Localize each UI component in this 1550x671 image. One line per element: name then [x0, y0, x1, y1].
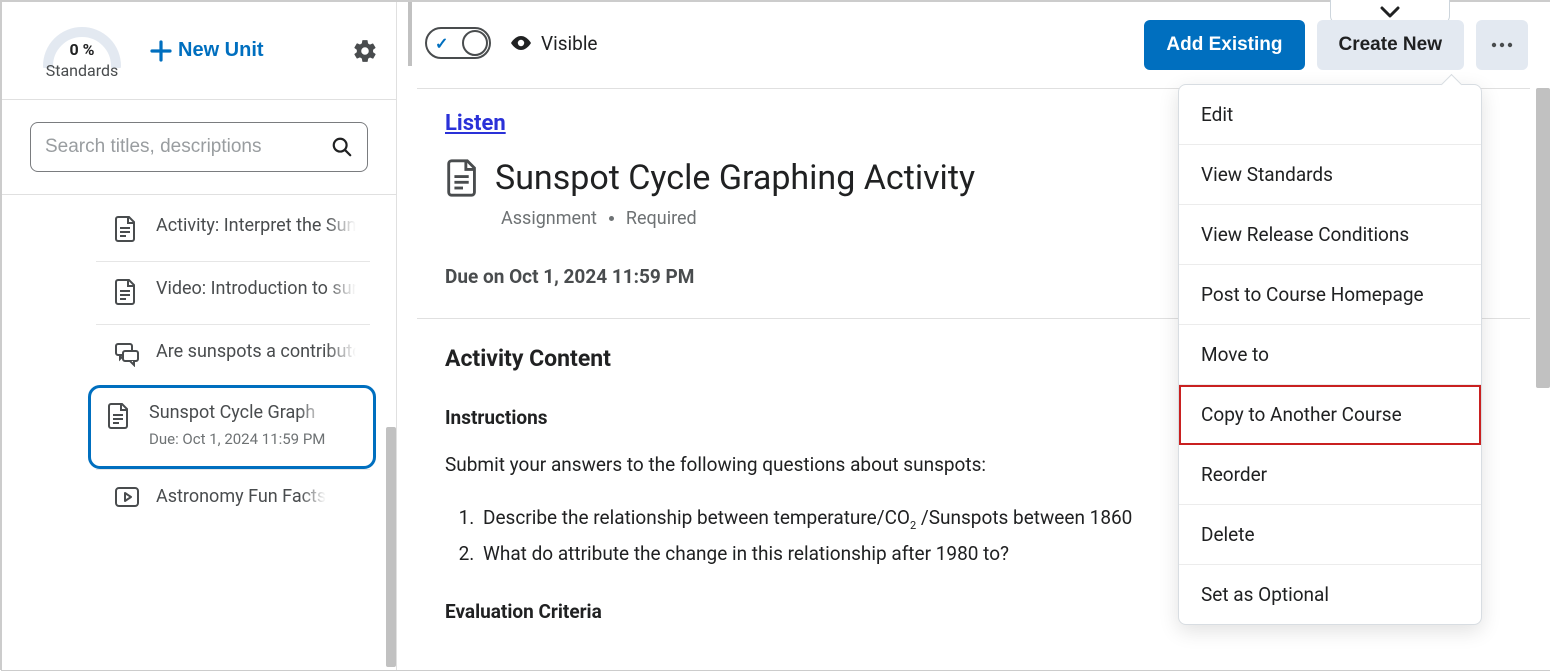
sidebar-list: Activity: Interpret the Sunspot Graph Vi… — [2, 195, 396, 670]
document-icon — [114, 278, 142, 306]
visibility-label: Visible — [541, 32, 598, 55]
sidebar-item-discussion[interactable]: Are sunspots a contributor to global — [96, 324, 370, 385]
sidebar-header: 0 % Standards New Unit — [2, 2, 396, 100]
menu-item-copy-to-another-course[interactable]: Copy to Another Course — [1179, 385, 1481, 445]
video-icon — [114, 486, 142, 510]
sidebar-item-label: Are sunspots a contributor to global — [156, 339, 356, 365]
sidebar-scrollbar[interactable] — [386, 195, 396, 670]
document-icon — [107, 402, 135, 452]
more-actions-menu: EditView StandardsView Release Condition… — [1178, 84, 1482, 625]
menu-item-post-to-course-homepage[interactable]: Post to Course Homepage — [1179, 265, 1481, 325]
standards-gauge[interactable]: 0 % Standards — [32, 22, 132, 80]
more-horizontal-icon — [1490, 41, 1514, 49]
sidebar-item-sunspot-cycle[interactable]: Sunspot Cycle Graph Due: Oct 1, 2024 11:… — [88, 385, 376, 469]
search-icon — [331, 136, 353, 158]
sidebar-item-sub: Due: Oct 1, 2024 11:59 PM — [149, 430, 325, 448]
required-label: Required — [626, 208, 697, 229]
menu-item-move-to[interactable]: Move to — [1179, 325, 1481, 385]
sidebar-item-interpret[interactable]: Activity: Interpret the Sunspot Graph — [96, 199, 370, 261]
search-input[interactable] — [45, 136, 331, 158]
sidebar-item-label: Video: Introduction to sunspots — [156, 276, 356, 302]
top-actions: Add Existing Create New — [1144, 20, 1528, 70]
sidebar-item-label: Activity: Interpret the Sunspot Graph — [156, 213, 356, 239]
sidebar-item-label: Sunspot Cycle Graph — [149, 400, 325, 426]
sidebar-search-wrap — [2, 100, 396, 195]
main-panel: ✓ Visible Add Existing Create New Listen… — [397, 2, 1550, 670]
listen-link[interactable]: Listen — [445, 111, 506, 136]
page-title: Sunspot Cycle Graphing Activity — [495, 158, 975, 198]
visibility-toggle[interactable]: ✓ — [425, 27, 491, 59]
toggle-knob — [462, 30, 488, 56]
create-new-button[interactable]: Create New — [1317, 20, 1465, 70]
plus-icon — [150, 40, 172, 62]
menu-item-view-standards[interactable]: View Standards — [1179, 145, 1481, 205]
add-existing-button[interactable]: Add Existing — [1144, 20, 1304, 70]
document-icon — [114, 215, 142, 243]
standards-percent: 0 % — [70, 40, 95, 59]
menu-item-reorder[interactable]: Reorder — [1179, 445, 1481, 505]
standards-label: Standards — [46, 61, 119, 80]
eye-icon — [509, 34, 533, 52]
sidebar: 0 % Standards New Unit Activity: Interpr… — [2, 2, 397, 670]
menu-item-edit[interactable]: Edit — [1179, 85, 1481, 145]
settings-button[interactable] — [352, 38, 378, 64]
visibility-label-wrap: Visible — [509, 32, 598, 55]
more-actions-button[interactable] — [1476, 20, 1528, 70]
discussion-icon — [114, 341, 142, 367]
new-unit-label: New Unit — [178, 39, 264, 62]
document-icon — [445, 158, 481, 198]
main-scrollbar[interactable] — [1536, 88, 1550, 670]
menu-item-delete[interactable]: Delete — [1179, 505, 1481, 565]
sidebar-item-label: Astronomy Fun Facts — [156, 484, 326, 510]
new-unit-button[interactable]: New Unit — [150, 39, 264, 62]
separator-dot — [609, 216, 614, 221]
sidebar-item-video-intro[interactable]: Video: Introduction to sunspots — [96, 261, 370, 324]
menu-item-view-release-conditions[interactable]: View Release Conditions — [1179, 205, 1481, 265]
top-bar: ✓ Visible Add Existing Create New — [397, 2, 1550, 88]
gear-icon — [352, 38, 378, 64]
check-icon: ✓ — [435, 34, 448, 53]
menu-item-set-as-optional[interactable]: Set as Optional — [1179, 565, 1481, 624]
sidebar-item-astronomy[interactable]: Astronomy Fun Facts — [96, 469, 370, 528]
activity-type: Assignment — [501, 208, 597, 229]
search-input-wrap[interactable] — [30, 122, 368, 172]
